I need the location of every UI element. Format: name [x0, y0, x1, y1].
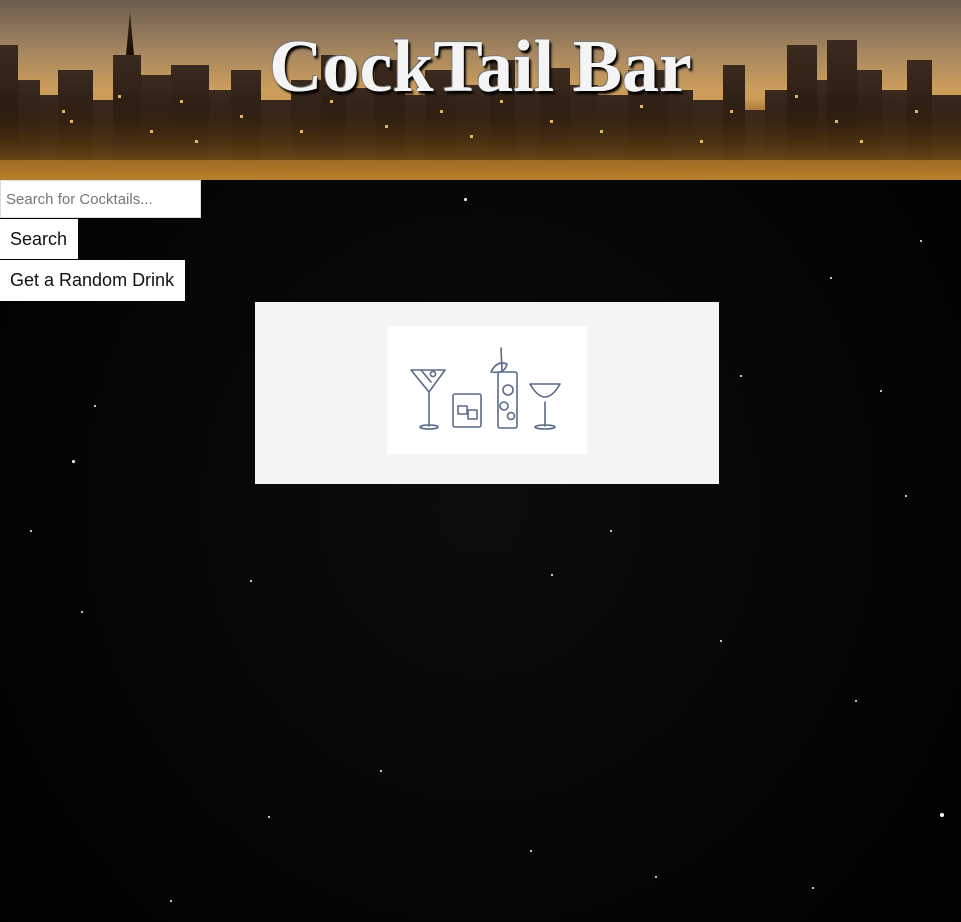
page: CockTail Bar Search Get a Random Drink [0, 0, 961, 922]
header-banner: CockTail Bar [0, 0, 961, 180]
random-drink-button[interactable]: Get a Random Drink [0, 260, 185, 301]
result-card [255, 302, 719, 484]
search-button[interactable]: Search [0, 219, 78, 259]
cocktail-illustration [410, 347, 561, 430]
page-title: CockTail Bar [269, 26, 692, 108]
cocktail-glasses-icon [387, 326, 587, 454]
search-input[interactable] [0, 180, 201, 218]
